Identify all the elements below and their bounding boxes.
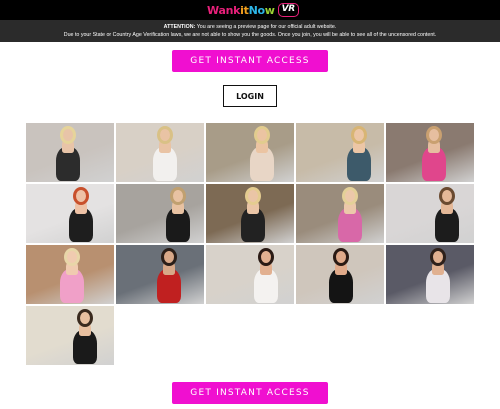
- thumbnail-figure-face: [164, 251, 174, 263]
- notice-line1: You are seeing a preview page for our of…: [196, 24, 337, 30]
- gallery-thumbnail[interactable]: [206, 123, 294, 182]
- gallery-thumbnail[interactable]: [26, 184, 114, 243]
- logo-text-part3: No: [248, 3, 265, 17]
- thumbnail-figure-face: [354, 129, 364, 141]
- gallery-thumbnail[interactable]: [26, 245, 114, 304]
- thumbnail-figure-face: [261, 251, 271, 263]
- gallery-thumbnail[interactable]: [386, 184, 474, 243]
- notice-line1-row: ATTENTION: You are seeing a preview page…: [0, 23, 500, 31]
- get-instant-access-button-bottom[interactable]: GET INSTANT ACCESS: [172, 382, 328, 404]
- gallery-thumbnail[interactable]: [26, 306, 114, 365]
- thumbnail-background: [26, 306, 114, 365]
- top-bar: Wank it No w VR: [0, 0, 500, 20]
- gallery-thumbnail[interactable]: [206, 184, 294, 243]
- thumbnail-figure-face: [257, 129, 267, 141]
- thumbnail-figure-face: [160, 129, 170, 141]
- gallery-thumbnail[interactable]: [296, 245, 384, 304]
- thumbnail-figure-face: [336, 251, 346, 263]
- thumbnail-background: [206, 245, 294, 304]
- thumbnail-figure-face: [80, 312, 90, 324]
- gallery-thumbnail[interactable]: [116, 184, 204, 243]
- login-button[interactable]: LOGIN: [223, 85, 277, 107]
- gallery-thumbnail[interactable]: [296, 123, 384, 182]
- gallery-thumbnail[interactable]: [26, 123, 114, 182]
- gallery-thumbnail[interactable]: [386, 123, 474, 182]
- thumbnail-background: [386, 184, 474, 243]
- notice-line2: Due to your State or Country Age Verific…: [63, 32, 437, 38]
- thumbnail-background: [116, 184, 204, 243]
- logo-text-part1: Wank: [207, 3, 241, 17]
- logo-text-part4: w: [264, 3, 275, 17]
- gallery-thumbnail[interactable]: [116, 123, 204, 182]
- gallery-thumbnail[interactable]: [386, 245, 474, 304]
- thumbnail-figure-face: [345, 190, 355, 202]
- thumbnail-figure-face: [429, 129, 439, 141]
- notice-label: ATTENTION:: [163, 24, 196, 30]
- logo-text-part2: it: [240, 3, 249, 17]
- thumbnail-figure-face: [248, 190, 258, 202]
- age-verification-notice: ATTENTION: You are seeing a preview page…: [0, 20, 500, 42]
- thumbnail-figure-face: [67, 251, 77, 263]
- logo-vr-badge: VR: [277, 3, 299, 17]
- site-logo[interactable]: Wank it No w VR: [207, 2, 299, 18]
- thumbnail-figure-face: [76, 190, 86, 202]
- gallery-thumbnail[interactable]: [206, 245, 294, 304]
- thumbnail-figure-face: [63, 129, 73, 141]
- get-instant-access-button-top[interactable]: GET INSTANT ACCESS: [172, 50, 328, 72]
- thumbnail-figure-face: [433, 251, 443, 263]
- gallery-thumbnail[interactable]: [296, 184, 384, 243]
- thumbnail-figure-face: [173, 190, 183, 202]
- thumbnail-figure-face: [442, 190, 452, 202]
- gallery-thumbnail[interactable]: [116, 245, 204, 304]
